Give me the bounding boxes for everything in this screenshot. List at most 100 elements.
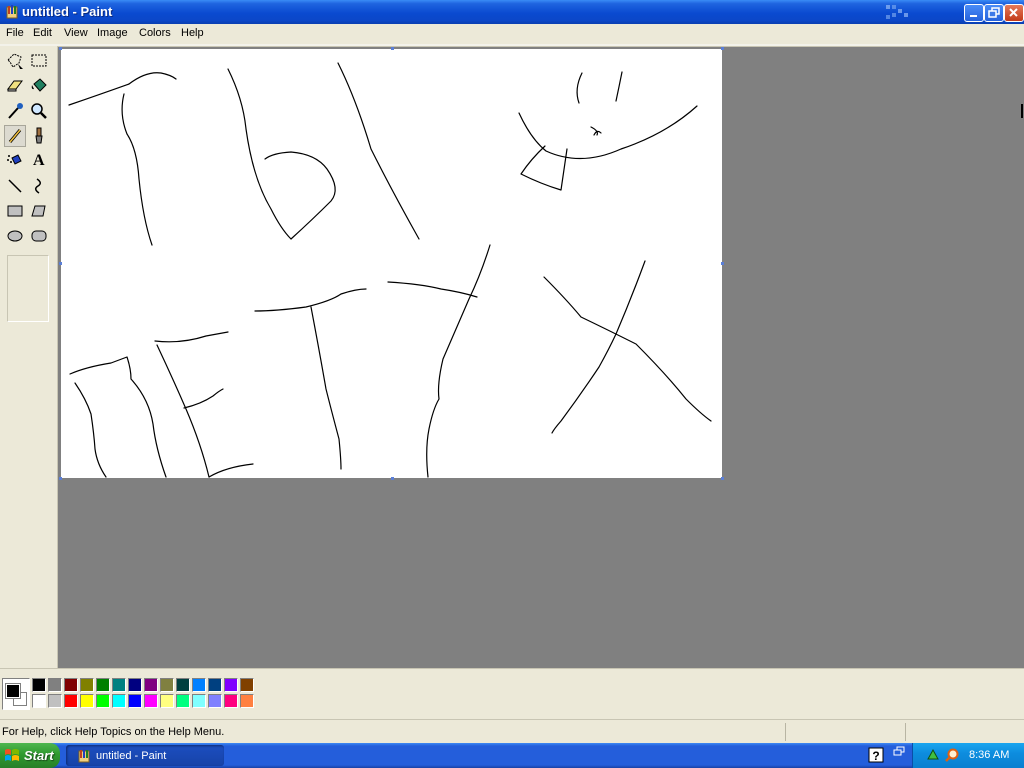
canvas-resize-handle[interactable] [59,477,62,480]
taskbar-button-paint[interactable]: untitled - Paint [66,745,224,766]
canvas-drawing [68,62,712,478]
rectangle-icon [7,205,23,217]
paint-app-icon[interactable] [4,4,20,20]
palette-swatch[interactable] [160,678,174,692]
line-tool[interactable] [4,175,26,197]
restore-window-icon[interactable] [893,746,905,756]
airbrush-icon [7,154,22,165]
palette-swatch[interactable] [80,694,94,708]
ellipse-icon [7,230,23,242]
palette-swatch[interactable] [192,678,206,692]
curve-icon [35,178,41,194]
palette-swatch[interactable] [48,678,62,692]
palette-swatch[interactable] [224,678,238,692]
canvas-resize-handle[interactable] [721,262,724,265]
menu-help[interactable]: Help [181,27,204,39]
toolbox: A [0,46,58,668]
rounded-rectangle-icon [31,230,47,242]
clock: 8:36 AM [969,749,1010,761]
drawing-canvas[interactable] [61,49,722,478]
close-button[interactable] [1004,4,1024,22]
start-button[interactable]: Start [0,743,60,768]
brush-icon [35,127,43,144]
color-palette [0,668,1024,719]
text-tool[interactable]: A [28,150,50,172]
pick-color-icon [8,103,23,119]
canvas-resize-handle[interactable] [59,47,62,50]
palette-swatch[interactable] [144,694,158,708]
tool-options-box[interactable] [7,255,49,322]
close-icon [1009,8,1018,17]
fill-with-color-tool[interactable] [28,75,50,97]
palette-swatch[interactable] [32,678,46,692]
canvas-resize-handle[interactable] [391,47,394,50]
brush-tool[interactable] [28,125,50,147]
menu-file[interactable]: File [6,27,24,39]
palette-swatch[interactable] [64,678,78,692]
status-bar: For Help, click Help Topics on the Help … [0,719,1024,744]
magnifier-tool[interactable] [28,100,50,122]
menu-colors[interactable]: Colors [139,27,171,39]
canvas-resize-handle[interactable] [391,477,394,480]
pick-color-tool[interactable] [4,100,26,122]
polygon-tool[interactable] [28,200,50,222]
palette-swatch[interactable] [96,678,110,692]
text-icon: A [33,152,45,169]
rounded-rectangle-tool[interactable] [28,225,50,247]
palette-swatch[interactable] [160,694,174,708]
curve-tool[interactable] [28,175,50,197]
palette-swatch[interactable] [208,678,222,692]
minimize-icon [970,15,977,17]
pencil-icon [8,129,22,143]
status-divider [785,723,786,741]
palette-swatch[interactable] [144,678,158,692]
palette-swatch[interactable] [240,694,254,708]
palette-swatch[interactable] [112,694,126,708]
palette-swatch[interactable] [128,694,142,708]
search-icon[interactable] [944,747,960,763]
palette-swatch[interactable] [208,694,222,708]
status-help-text: For Help, click Help Topics on the Help … [2,726,225,738]
current-colors[interactable] [2,678,30,710]
restore-icon [988,7,1000,18]
palette-swatch[interactable] [80,678,94,692]
polygon-icon [31,205,46,217]
title-decoration-icon [886,5,908,19]
menu-edit[interactable]: Edit [33,27,52,39]
minimize-button[interactable] [964,4,984,22]
eraser-icon [7,80,23,92]
airbrush-tool[interactable] [4,150,26,172]
start-label: Start [24,748,54,763]
palette-swatch[interactable] [176,694,190,708]
pencil-tool[interactable] [4,125,26,147]
help-icon[interactable]: ? [868,747,884,763]
select-icon [31,54,47,67]
ellipse-tool[interactable] [4,225,26,247]
window-title: untitled - Paint [22,4,113,19]
windows-logo-icon [5,749,19,761]
menu-view[interactable]: View [64,27,88,39]
palette-swatch[interactable] [128,678,142,692]
palette-swatch[interactable] [64,694,78,708]
canvas-resize-handle[interactable] [721,47,724,50]
paint-app-icon [78,749,90,763]
restore-button[interactable] [984,4,1004,22]
palette-swatch[interactable] [192,694,206,708]
network-icon[interactable] [925,747,941,763]
palette-swatch[interactable] [176,678,190,692]
title-bar: untitled - Paint [0,0,1024,24]
palette-swatch[interactable] [112,678,126,692]
palette-swatch[interactable] [224,694,238,708]
palette-swatch[interactable] [48,694,62,708]
rectangle-tool[interactable] [4,200,26,222]
canvas-resize-handle[interactable] [59,262,62,265]
menu-image[interactable]: Image [97,27,128,39]
palette-swatch[interactable] [32,694,46,708]
select-tool[interactable] [28,50,50,72]
canvas-resize-handle[interactable] [721,477,724,480]
eraser-tool[interactable] [4,75,26,97]
palette-swatch[interactable] [96,694,110,708]
svg-text:?: ? [872,749,879,763]
palette-swatch[interactable] [240,678,254,692]
free-form-select-tool[interactable] [4,50,26,72]
